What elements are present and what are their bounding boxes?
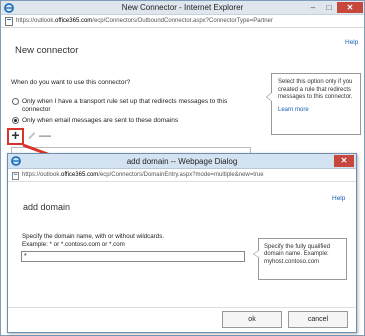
divider [8,307,356,308]
tooltip-text: Select this option only if you created a… [278,79,353,100]
dialog-help-link[interactable]: Help [332,195,345,202]
option-transport-rule-label: Only when I have a transport rule set up… [22,98,228,113]
dialog-title: add domain -- Webpage Dialog [126,157,238,166]
plus-icon: + [11,127,20,143]
dialog-close-button[interactable]: ✕ [334,155,354,167]
radio-specific-domains[interactable] [12,117,19,124]
dialog-heading: add domain [23,202,71,212]
minimize-button[interactable]: – [305,2,321,13]
page-title: New connector [15,45,79,56]
ok-button[interactable]: ok [222,311,282,328]
address-bar[interactable]: https://outlook.office365.com/ecp/Connec… [1,15,364,28]
domain-tooltip: Specify the fully qualified domain name.… [253,238,347,280]
cancel-button[interactable]: cancel [288,311,348,328]
learn-more-link[interactable]: Learn more [278,107,356,115]
maximize-button[interactable]: □ [321,2,337,13]
add-domain-button[interactable]: + [7,127,24,145]
remove-domain-button[interactable]: — [39,128,51,142]
help-link[interactable]: Help [345,39,358,46]
info-tooltip: Select this option only if you created a… [266,73,361,135]
dialog-address-bar[interactable]: https://outlook.office365.com/ecp/Connec… [8,170,356,182]
title-bar: New Connector - Internet Explorer – □ ✕ [1,1,364,15]
option-domains-label: Only when email messages are sent to the… [22,117,179,124]
close-button[interactable]: ✕ [337,2,363,13]
domain-input[interactable]: * [21,251,245,262]
edit-pencil-icon[interactable] [28,131,36,140]
domain-instructions: Specify the domain name, with or without… [22,233,164,248]
address-url: https://outlook.office365.com/ecp/Connec… [16,18,273,24]
page-icon [12,172,19,180]
page-icon [5,17,13,26]
connector-question: When do you want to use this connector? [11,79,131,86]
dialog-title-bar: add domain -- Webpage Dialog ✕ [8,154,356,169]
add-domain-dialog: add domain -- Webpage Dialog ✕ https://o… [7,153,357,333]
radio-transport-rule[interactable] [12,98,19,105]
instruction-line: Specify the domain name, with or without… [22,233,165,240]
instruction-example: Example: * or *.contoso.com or *.com [22,240,125,248]
dialog-address-url: https://outlook.office365.com/ecp/Connec… [22,172,264,178]
